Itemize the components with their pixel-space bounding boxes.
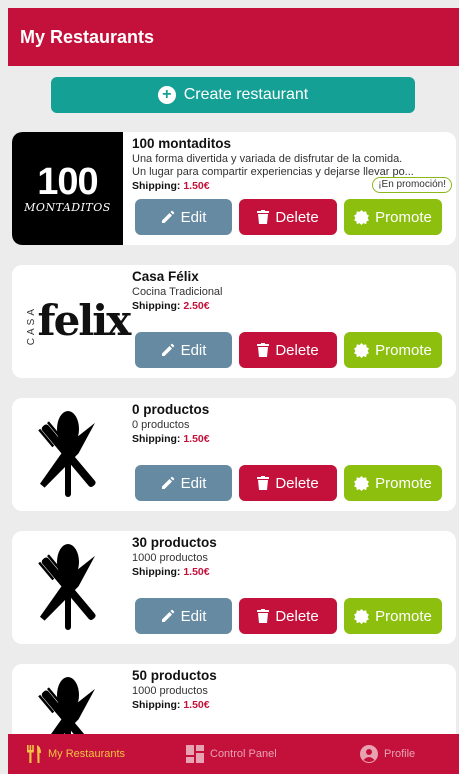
shipping-info: Shipping: 1.50€ [132,432,452,446]
tab-profile[interactable]: Profile [360,745,415,763]
promote-button[interactable]: Promote [344,465,442,501]
pencil-icon [161,476,174,489]
restaurant-card[interactable]: CASA felix Casa Félix Cocina Tradicional… [12,265,456,378]
edit-button[interactable]: Edit [135,332,232,368]
delete-label: Delete [275,474,319,492]
shipping-label: Shipping: [132,699,181,711]
promote-button[interactable]: Promote [344,199,442,235]
promote-button[interactable]: Promote [344,598,442,634]
tab-control-panel[interactable]: Control Panel [186,745,277,763]
trash-icon [257,476,270,490]
badge-icon [354,209,370,225]
page-title: My Restaurants [20,26,155,47]
restaurant-card[interactable]: 30 productos 1000 productos Shipping: 1.… [12,531,456,644]
restaurant-list[interactable]: + Create restaurant 100 MONTADITOS 100 m… [8,66,459,734]
trash-icon [257,210,270,224]
shipping-price: 1.50€ [183,566,210,578]
promotion-badge: ¡En promoción! [372,177,452,193]
tab-control-panel-label: Control Panel [210,748,277,760]
shipping-price: 1.50€ [183,433,210,445]
restaurant-name: 0 productos [132,402,210,417]
shipping-label: Shipping: [132,566,181,578]
restaurant-name: 30 productos [132,535,217,550]
shipping-label: Shipping: [132,300,181,312]
logo-text-side: CASA [25,305,37,345]
edit-label: Edit [180,341,207,359]
trash-icon [257,343,270,357]
restaurant-description: Una forma divertida y variada de disfrut… [132,153,403,165]
logo-text-main: felix [37,295,132,345]
promote-label: Promote [375,474,432,492]
delete-label: Delete [275,208,319,226]
shipping-info: Shipping: 1.50€ [132,698,452,712]
pencil-icon [161,343,174,356]
shipping-label: Shipping: [132,180,181,192]
edit-button[interactable]: Edit [135,199,232,235]
bottom-tab-bar: My Restaurants Control Panel Profile [8,734,459,774]
restaurant-description: 0 productos [132,419,190,431]
restaurant-logo [12,531,123,644]
restaurant-description: Cocina Tradicional [132,286,223,298]
trash-icon [257,609,270,623]
restaurant-name: 50 productos [132,668,217,683]
delete-button[interactable]: Delete [239,465,337,501]
delete-label: Delete [275,341,319,359]
restaurant-card[interactable]: 50 productos 1000 productos Shipping: 1.… [12,664,456,734]
user-circle-icon [360,745,378,763]
restaurant-logo: 100 MONTADITOS [12,132,123,245]
cutlery-icon [37,676,96,734]
create-restaurant-label: Create restaurant [183,86,309,103]
restaurant-description: 1000 productos [132,552,208,564]
cutlery-icon [37,410,96,497]
logo-text-top: 100 [37,161,98,203]
shipping-label: Shipping: [132,433,181,445]
create-restaurant-button[interactable]: + Create restaurant [51,77,415,113]
pencil-icon [161,210,174,223]
edit-button[interactable]: Edit [135,465,232,501]
promote-label: Promote [375,208,432,226]
edit-label: Edit [180,208,207,226]
restaurant-logo [12,664,123,734]
dashboard-icon [186,745,204,763]
restaurant-card[interactable]: 100 MONTADITOS 100 montaditos Una forma … [12,132,456,245]
app-header: My Restaurants [8,8,459,66]
tab-my-restaurants[interactable]: My Restaurants [26,745,125,763]
restaurant-logo [12,398,123,511]
delete-button[interactable]: Delete [239,598,337,634]
shipping-price: 1.50€ [183,699,210,711]
promote-label: Promote [375,607,432,625]
shipping-price: 1.50€ [183,180,210,192]
promote-label: Promote [375,341,432,359]
edit-label: Edit [180,474,207,492]
logo-text-bottom: MONTADITOS [24,201,111,214]
edit-label: Edit [180,607,207,625]
badge-icon [354,475,370,491]
restaurant-name: 100 montaditos [132,136,232,151]
restaurant-logo: CASA felix [12,265,132,378]
restaurant-card[interactable]: 0 productos 0 productos Shipping: 1.50€ … [12,398,456,511]
restaurant-description: 1000 productos [132,685,208,697]
badge-icon [354,342,370,358]
edit-button[interactable]: Edit [135,598,232,634]
delete-button[interactable]: Delete [239,199,337,235]
promote-button[interactable]: Promote [344,332,442,368]
shipping-info: Shipping: 2.50€ [132,299,452,313]
pencil-icon [161,609,174,622]
shipping-price: 2.50€ [183,300,210,312]
delete-label: Delete [275,607,319,625]
cutlery-icon [37,543,96,630]
tab-my-restaurants-label: My Restaurants [48,748,126,760]
badge-icon [354,608,370,624]
fork-knife-icon [27,745,41,763]
delete-button[interactable]: Delete [239,332,337,368]
tab-profile-label: Profile [384,748,416,760]
shipping-info: Shipping: 1.50€ [132,565,452,579]
plus-circle-icon: + [157,86,176,104]
restaurant-name: Casa Félix [132,269,199,284]
